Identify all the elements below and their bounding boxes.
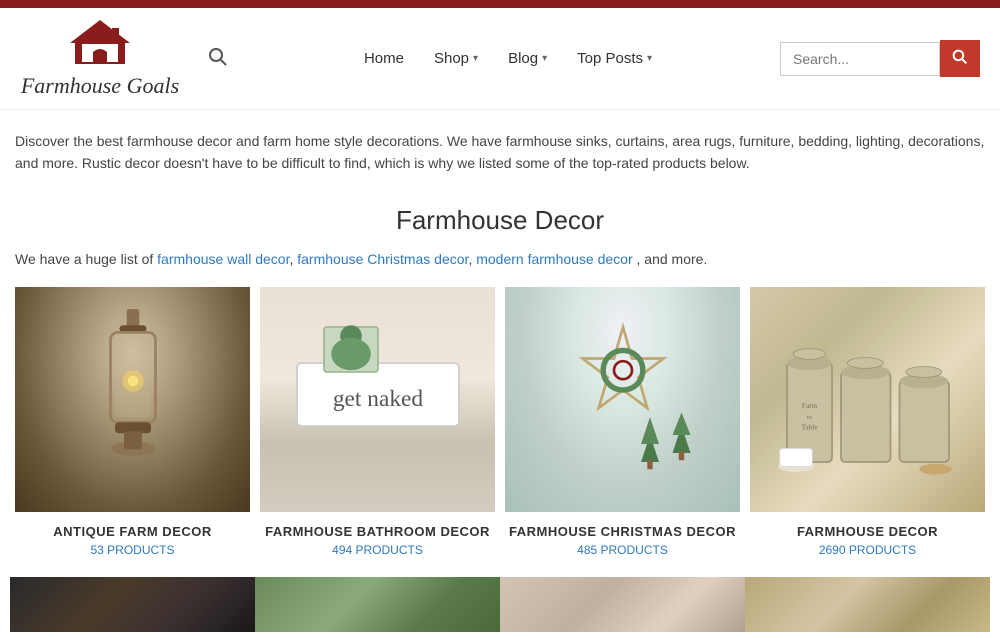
bathroom-sign-svg: get naked <box>288 309 468 489</box>
top-posts-dropdown-arrow: ▾ <box>647 53 652 64</box>
product-partial-4 <box>745 577 990 632</box>
main-nav: Home Shop ▾ Blog ▾ Top Posts ▾ <box>256 50 760 67</box>
product-card-decor[interactable]: Farm to Table F <box>745 287 990 577</box>
christmas-decor-svg <box>533 309 713 489</box>
links-suffix: , and more. <box>637 251 708 267</box>
nav-blog[interactable]: Blog ▾ <box>508 50 547 67</box>
links-line: We have a huge list of farmhouse wall de… <box>0 251 1000 287</box>
product-partial-2 <box>255 577 500 632</box>
product-title-christmas: FARMHOUSE CHRISTMAS DECOR <box>505 524 740 539</box>
main-content: Discover the best farmhouse decor and fa… <box>0 110 1000 632</box>
links-prefix: We have a huge list of <box>15 251 153 267</box>
link-christmas-decor[interactable]: farmhouse Christmas decor <box>297 251 468 267</box>
search-input[interactable] <box>780 42 940 76</box>
product-title-antique: ANTIQUE FARM DECOR <box>15 524 250 539</box>
product-partial-1 <box>10 577 255 632</box>
mobile-search-button[interactable] <box>200 39 236 78</box>
product-count-christmas: 485 PRODUCTS <box>505 543 740 557</box>
blog-dropdown-arrow: ▾ <box>542 53 547 64</box>
search-circle-icon <box>208 47 228 67</box>
nav-home[interactable]: Home <box>364 50 404 67</box>
product-image-antique <box>15 287 250 512</box>
logo[interactable]: Farmhouse Goals <box>20 18 180 99</box>
hero-text: Discover the best farmhouse decor and fa… <box>0 110 1000 185</box>
product-partial-3 <box>500 577 745 632</box>
decor-canisters-svg: Farm to Table <box>768 309 968 489</box>
product-count-antique: 53 PRODUCTS <box>15 543 250 557</box>
link-modern-decor[interactable]: modern farmhouse decor <box>476 251 632 267</box>
nav-top-posts[interactable]: Top Posts ▾ <box>577 50 652 67</box>
product-title-bathroom: FARMHOUSE BATHROOM DECOR <box>260 524 495 539</box>
svg-text:get naked: get naked <box>332 386 423 412</box>
svg-text:Table: Table <box>801 424 817 432</box>
product-card-antique[interactable]: ANTIQUE FARM DECOR 53 PRODUCTS <box>10 287 255 577</box>
product-title-decor: FARMHOUSE DECOR <box>750 524 985 539</box>
search-button[interactable] <box>940 40 980 77</box>
search-area <box>780 40 980 77</box>
nav-shop[interactable]: Shop ▾ <box>434 50 478 67</box>
antique-lantern-svg <box>88 309 178 489</box>
product-count-bathroom: 494 PRODUCTS <box>260 543 495 557</box>
section-heading: Farmhouse Decor <box>0 205 1000 236</box>
svg-text:Farm: Farm <box>801 402 817 410</box>
product-card-christmas[interactable]: FARMHOUSE CHRISTMAS DECOR 485 PRODUCTS <box>500 287 745 577</box>
product-grid: ANTIQUE FARM DECOR 53 PRODUCTS get naked… <box>0 287 1000 577</box>
link-wall-decor[interactable]: farmhouse wall decor <box>157 251 289 267</box>
shop-dropdown-arrow: ▾ <box>473 53 478 64</box>
logo-text: Farmhouse Goals <box>21 73 179 99</box>
top-bar <box>0 0 1000 8</box>
product-card-bathroom[interactable]: get naked FARMHOUSE BATHROOM DECOR 494 P… <box>255 287 500 577</box>
svg-text:to: to <box>807 414 812 421</box>
product-count-decor: 2690 PRODUCTS <box>750 543 985 557</box>
logo-icon <box>60 18 140 73</box>
product-image-decor: Farm to Table <box>750 287 985 512</box>
site-header: Farmhouse Goals Home Shop ▾ Blog ▾ Top P… <box>0 8 1000 110</box>
product-grid-row2 <box>0 577 1000 632</box>
product-image-christmas <box>505 287 740 512</box>
product-image-bathroom: get naked <box>260 287 495 512</box>
search-icon <box>952 49 968 65</box>
